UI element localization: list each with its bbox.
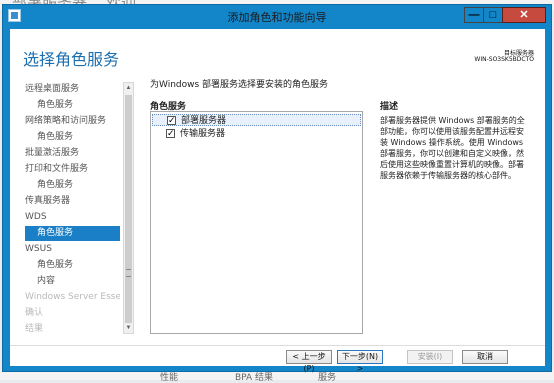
title-bar[interactable]: 添加角色和功能向导 — □ ✕ [3,5,551,27]
transport-server-label: 传输服务器 [180,129,226,139]
nav-item-role-services[interactable]: 角色服务 [25,98,120,113]
destination-server-name: WIN-SO3SK5BDCTO [474,56,534,63]
nav-item-results: 结果 [25,324,44,334]
wizard-content: 选择角色服务 目标服务器 WIN-SO3SK5BDCTO 远程桌面服务 角色服务… [10,29,545,373]
nav-item-confirmation: 确认 [25,308,44,318]
scrollbar-thumb[interactable] [125,95,132,323]
nav-item-role-services[interactable]: 角色服务 [25,130,120,145]
description-heading: 描述 [380,102,399,112]
nav-item-volume-activation[interactable]: 批量激活服务 [25,146,120,161]
nav-item-windows-server-essentials: Windows Server Esse... [25,292,120,302]
scrollbar-grip-icon [126,269,131,277]
role-row-transport-server[interactable]: ✓ 传输服务器 [152,128,361,140]
cancel-button[interactable]: 取消 [462,350,508,364]
role-row-deployment-server[interactable]: ✓ 部署服务器 [152,114,361,126]
nav-item-print-file[interactable]: 打印和文件服务 [25,162,120,177]
install-button: 安装(I) [407,350,453,364]
nav-item-wsus[interactable]: WSUS [25,242,120,257]
page-title: 选择角色服务 [23,50,120,69]
role-services-list: ✓ 部署服务器 ✓ 传输服务器 [150,111,363,334]
previous-button[interactable]: < 上一步(P) [286,350,332,373]
nav-scrollbar[interactable]: ▲ ▼ [123,82,134,334]
nav-item-role-services-active[interactable]: 角色服务 [25,226,120,241]
next-button[interactable]: 下一步(N) > [337,350,383,373]
nav-item-wds[interactable]: WDS [25,210,120,225]
minimize-button[interactable]: — [464,7,484,23]
scroll-up-icon[interactable]: ▲ [124,83,133,93]
nav-item-role-services[interactable]: 角色服务 [25,178,120,193]
nav-item-role-services[interactable]: 角色服务 [25,258,120,273]
maximize-button[interactable]: □ [483,7,503,23]
deployment-server-checkbox[interactable]: ✓ [167,116,176,125]
scroll-down-icon[interactable]: ▼ [124,323,133,333]
transport-server-checkbox[interactable]: ✓ [166,129,175,138]
footer-divider [10,345,545,346]
wizard-window: 添加角色和功能向导 — □ ✕ 选择角色服务 目标服务器 WIN-SO3SK5B… [2,4,552,373]
deployment-server-label: 部署服务器 [181,116,227,126]
nav-item-fax-server[interactable]: 传真服务器 [25,194,120,209]
nav-item-content[interactable]: 内容 [25,274,120,289]
instruction-text: 为Windows 部署服务选择要安装的角色服务 [150,80,329,90]
description-text: 部署服务器提供 Windows 部署服务的全部功能，你可以使用该服务配置并远程安… [380,116,525,180]
nav-item-remote-desktop[interactable]: 远程桌面服务 [25,82,120,97]
wizard-nav: 远程桌面服务 角色服务 网络策略和访问服务 角色服务 批量激活服务 打印和文件服… [25,77,135,335]
close-button[interactable]: ✕ [502,7,546,23]
nav-item-network-policy[interactable]: 网络策略和访问服务 [25,114,120,129]
